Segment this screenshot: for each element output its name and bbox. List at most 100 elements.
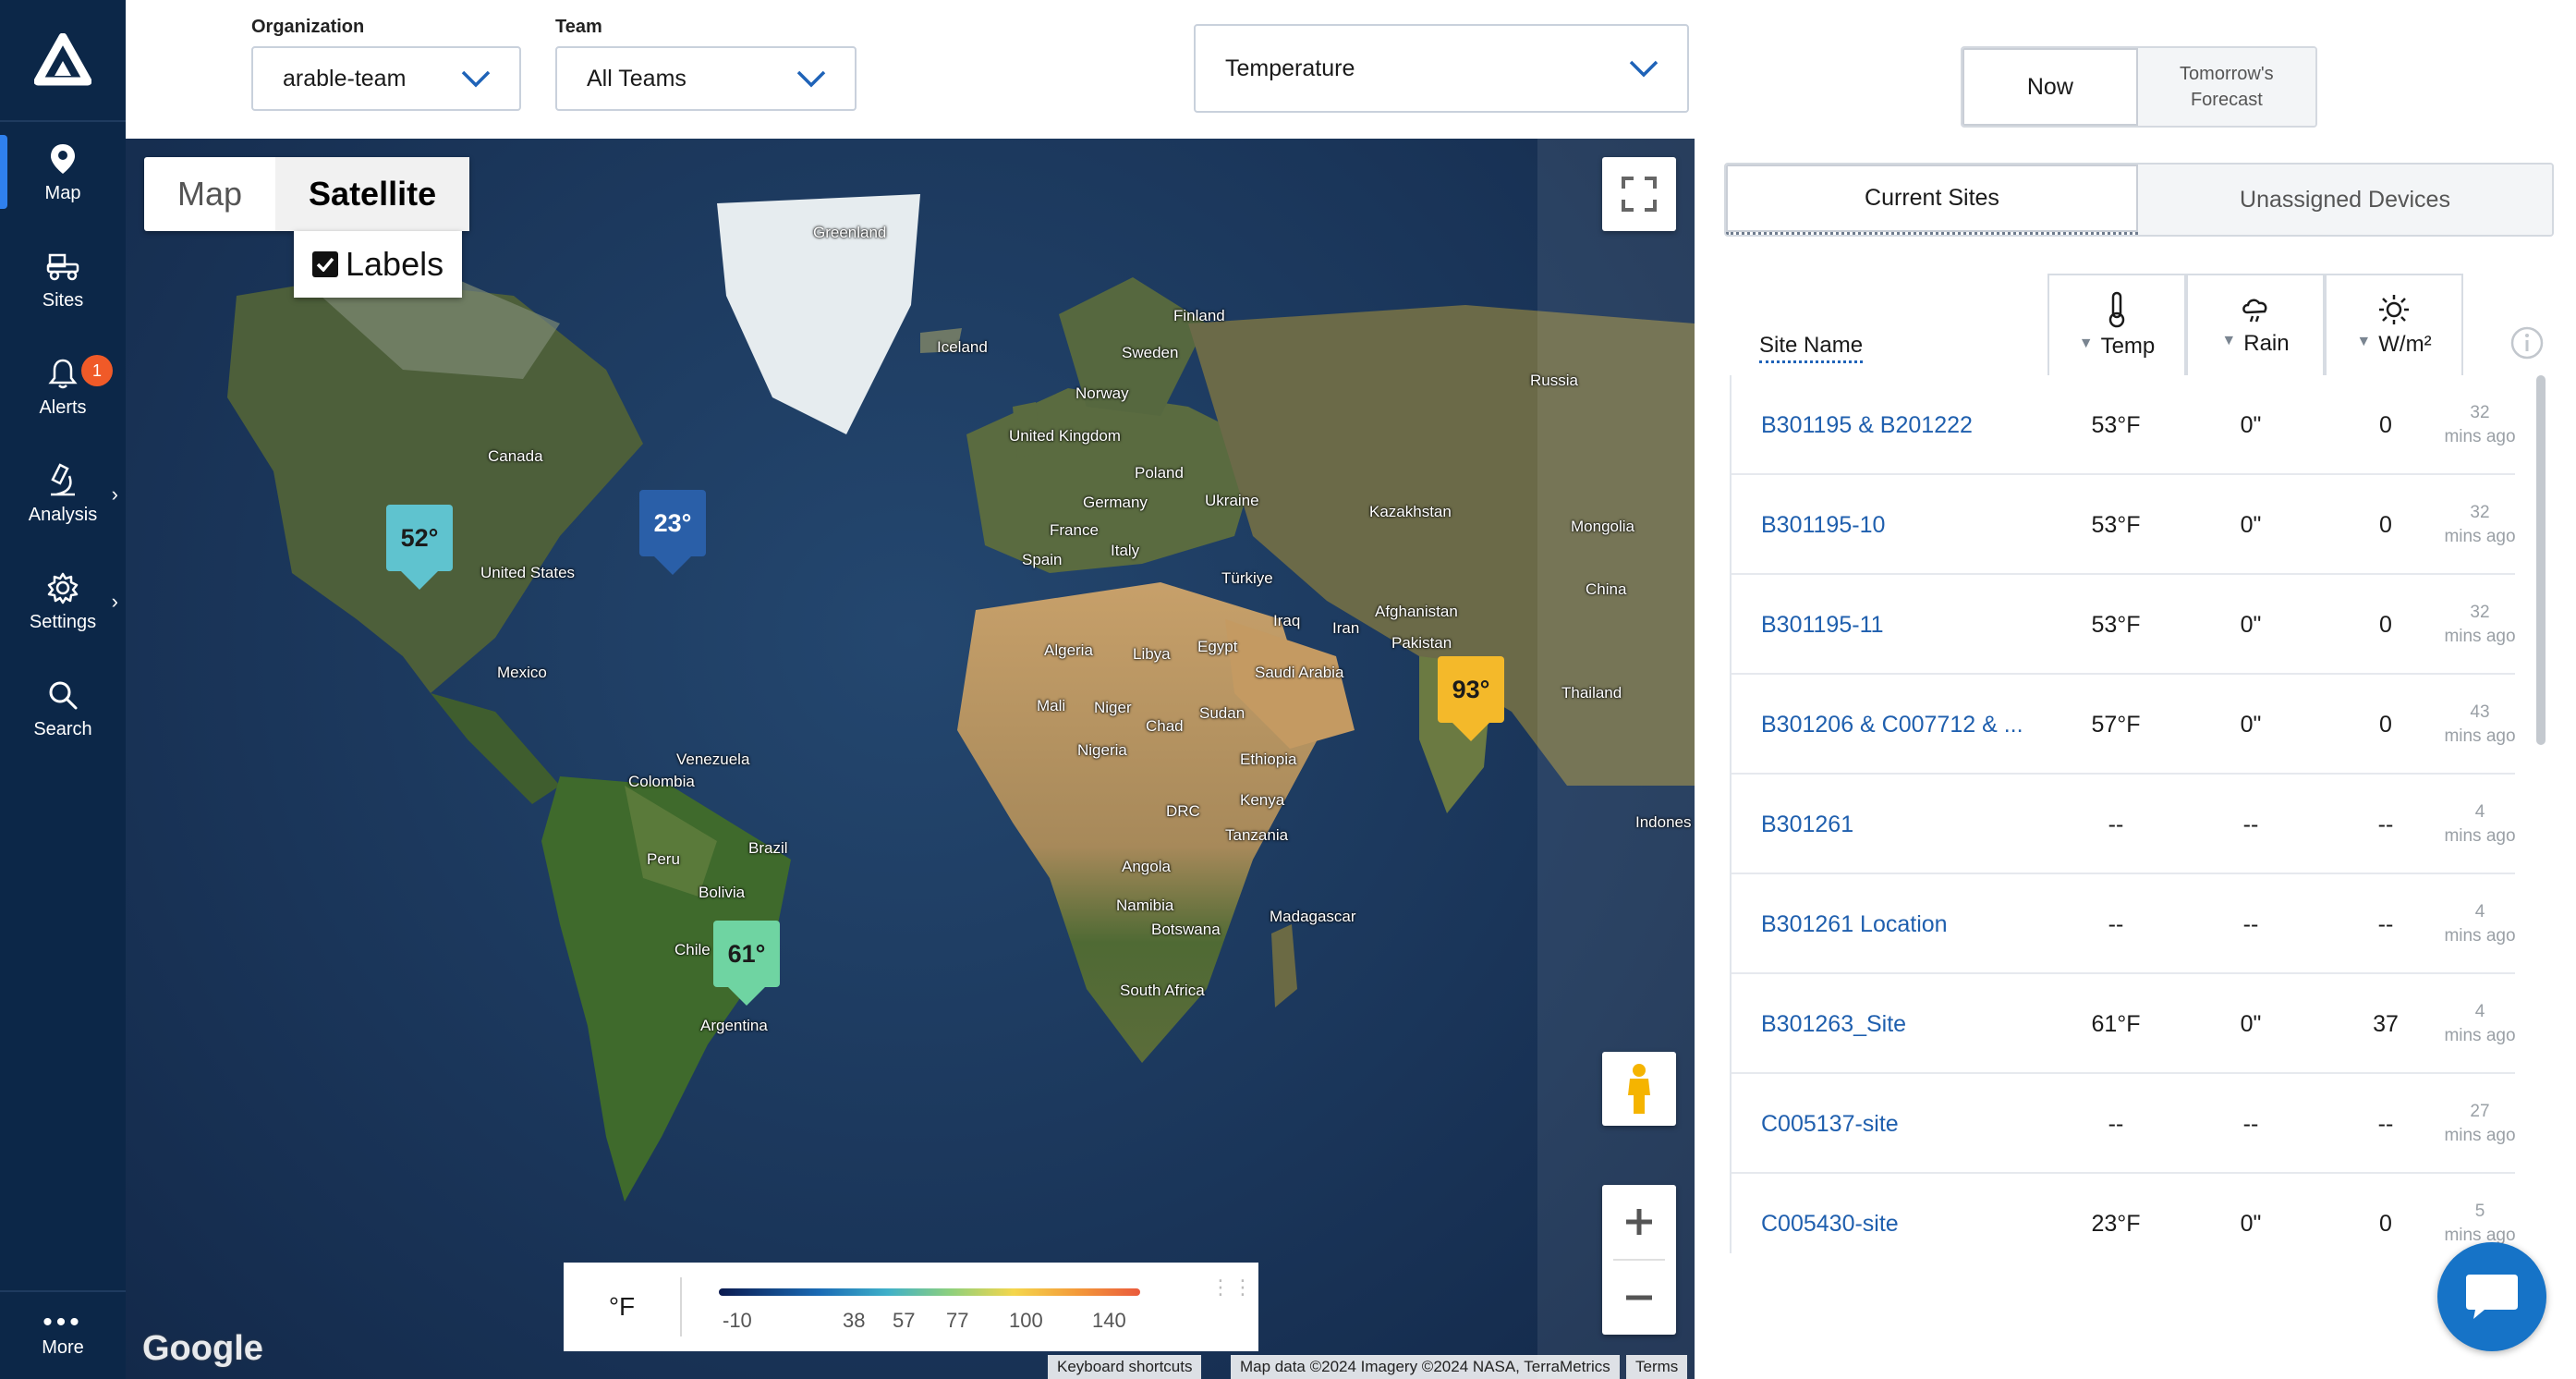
chat-button[interactable] (2437, 1242, 2546, 1351)
rain-value: 0" (2240, 712, 2262, 738)
street-view-button[interactable] (1602, 1052, 1676, 1126)
organization-select[interactable]: arable-team (251, 46, 521, 111)
zoom-in-button[interactable] (1602, 1185, 1676, 1259)
country-label: Mali (1037, 697, 1066, 714)
sidebar-item-settings[interactable]: Settings › (0, 555, 126, 647)
pin-label: 93° (1452, 675, 1490, 703)
team-select[interactable]: All Teams (555, 46, 857, 111)
country-label: Venezuela (676, 751, 750, 768)
country-label: Algeria (1044, 641, 1093, 659)
site-name-link[interactable]: B301195 & B201222 (1761, 375, 2038, 475)
site-name-link[interactable]: B301195-10 (1761, 475, 2038, 575)
temp-value: 53°F (2091, 412, 2141, 438)
table-row[interactable]: B301261 -- -- -- 4 mins ago (1732, 775, 2515, 874)
site-name-link[interactable]: B301195-11 (1761, 575, 2038, 675)
column-solar[interactable]: ▼ W/m² (2325, 274, 2463, 375)
site-name-link[interactable]: B301206 & C007712 & ... (1761, 675, 2038, 775)
now-button[interactable]: Now (1962, 48, 2138, 126)
terms-link[interactable]: Terms (1626, 1355, 1688, 1379)
table-row[interactable]: B301206 & C007712 & ... 57°F 0" 0 43 mins… (1732, 675, 2515, 775)
table-row[interactable]: B301195-10 53°F 0" 0 32 mins ago (1732, 475, 2515, 575)
tab-unassigned-devices[interactable]: Unassigned Devices (2138, 165, 2552, 235)
metric-select[interactable]: Temperature (1194, 24, 1689, 113)
pegman-icon (1628, 1064, 1650, 1114)
keyboard-shortcuts-link[interactable]: Keyboard shortcuts (1048, 1355, 1202, 1379)
country-label: Russia (1530, 372, 1578, 389)
country-label: Colombia (628, 773, 695, 790)
sidebar: Map Sites 1 Alerts Analysis › Settings ›… (0, 0, 126, 1379)
site-pin[interactable]: 52° (386, 505, 453, 590)
satellite-imagery (227, 139, 1695, 1379)
arable-logo[interactable] (0, 0, 126, 122)
drag-handle-icon[interactable]: ⋮⋮ (1210, 1277, 1255, 1298)
rain-value: -- (2242, 812, 2259, 837)
sidebar-item-search[interactable]: Search (0, 662, 126, 754)
column-site-name[interactable]: Site Name (1759, 333, 1864, 363)
info-icon[interactable] (2509, 325, 2545, 360)
temp-value: 53°F (2091, 612, 2141, 638)
table-row[interactable]: B301195-11 53°F 0" 0 32 mins ago (1732, 575, 2515, 675)
site-name-link[interactable]: C005137-site (1761, 1074, 2038, 1174)
updated-ago: 27 mins ago (2444, 1102, 2515, 1145)
table-row[interactable]: B301261 Location -- -- -- 4 mins ago (1732, 874, 2515, 974)
sidebar-item-analysis[interactable]: Analysis › (0, 447, 126, 540)
tomorrow-forecast-button[interactable]: Tomorrow's Forecast (2137, 48, 2315, 126)
table-row[interactable]: C005430-site 23°F 0" 0 5 mins ago (1732, 1174, 2515, 1253)
solar-value: -- (2377, 1111, 2394, 1137)
map-type-satellite-button[interactable]: Satellite (275, 157, 470, 231)
sites-table: B301195 & B201222 53°F 0" 0 32 mins ago B… (1730, 375, 2515, 1253)
temp-value: -- (2108, 1111, 2124, 1137)
site-name-link[interactable]: C005430-site (1761, 1174, 2038, 1253)
table-row[interactable]: B301195 & B201222 53°F 0" 0 32 mins ago (1732, 375, 2515, 475)
table-row[interactable]: C005137-site -- -- -- 27 mins ago (1732, 1074, 2515, 1174)
table-scrollbar[interactable] (2536, 375, 2546, 745)
more-button[interactable]: ••• More (0, 1290, 126, 1379)
sidebar-item-label: Map (44, 182, 81, 203)
map-type-map-button[interactable]: Map (144, 157, 275, 231)
rain-value: 0" (2240, 512, 2262, 538)
sun-icon (2379, 295, 2409, 324)
country-label: Indones (1635, 813, 1692, 831)
country-label: Afghanistan (1375, 603, 1458, 620)
sidebar-item-map[interactable]: Map (0, 126, 126, 218)
legend-color-scale (719, 1288, 1140, 1296)
map-canvas[interactable]: Greenland Finland Sweden Iceland Norway … (126, 139, 1695, 1379)
chat-bubble-icon (2466, 1275, 2518, 1319)
site-name-link[interactable]: B301263_Site (1761, 974, 2038, 1074)
sidebar-item-sites[interactable]: Sites (0, 233, 126, 325)
country-label: Spain (1022, 551, 1063, 568)
fullscreen-button[interactable] (1602, 157, 1676, 231)
country-label: Greenland (813, 224, 887, 241)
sidebar-item-label: Alerts (39, 397, 87, 418)
rain-value: 0" (2240, 1011, 2262, 1037)
site-pin[interactable]: 61° (713, 921, 780, 1006)
sidebar-item-alerts[interactable]: 1 Alerts (0, 340, 126, 433)
site-pin[interactable]: 93° (1438, 656, 1504, 741)
country-label: South Africa (1120, 982, 1205, 999)
country-label: China (1586, 580, 1627, 598)
column-rain[interactable]: ▼ Rain (2186, 274, 2325, 375)
zoom-out-button[interactable] (1602, 1261, 1676, 1335)
labels-toggle[interactable]: Labels (294, 231, 463, 298)
minus-icon (1626, 1295, 1652, 1300)
column-label: W/m² (2378, 332, 2432, 357)
solar-value: 0 (2379, 512, 2392, 538)
site-name-link[interactable]: B301261 (1761, 775, 2038, 874)
tab-current-sites[interactable]: Current Sites (1726, 165, 2138, 235)
country-label: United Kingdom (1009, 427, 1121, 445)
site-name-link[interactable]: B301261 Location (1761, 874, 2038, 974)
rain-value: 0" (2240, 1211, 2262, 1237)
checkbox-checked-icon[interactable] (312, 251, 338, 277)
temp-value: 23°F (2091, 1211, 2141, 1237)
country-label: Canada (488, 447, 543, 465)
sidebar-item-label: Sites (42, 289, 84, 311)
chevron-down-icon (796, 70, 826, 88)
table-row[interactable]: B301263_Site 61°F 0" 37 4 mins ago (1732, 974, 2515, 1074)
metric-value: Temperature (1225, 55, 1355, 81)
pin-label: 52° (400, 523, 439, 552)
rain-value: 0" (2240, 612, 2262, 638)
column-temp[interactable]: ▼ Temp (2047, 274, 2186, 375)
site-pin[interactable]: 23° (639, 490, 706, 575)
team-value: All Teams (587, 65, 687, 92)
alerts-count-badge: 1 (81, 355, 113, 386)
